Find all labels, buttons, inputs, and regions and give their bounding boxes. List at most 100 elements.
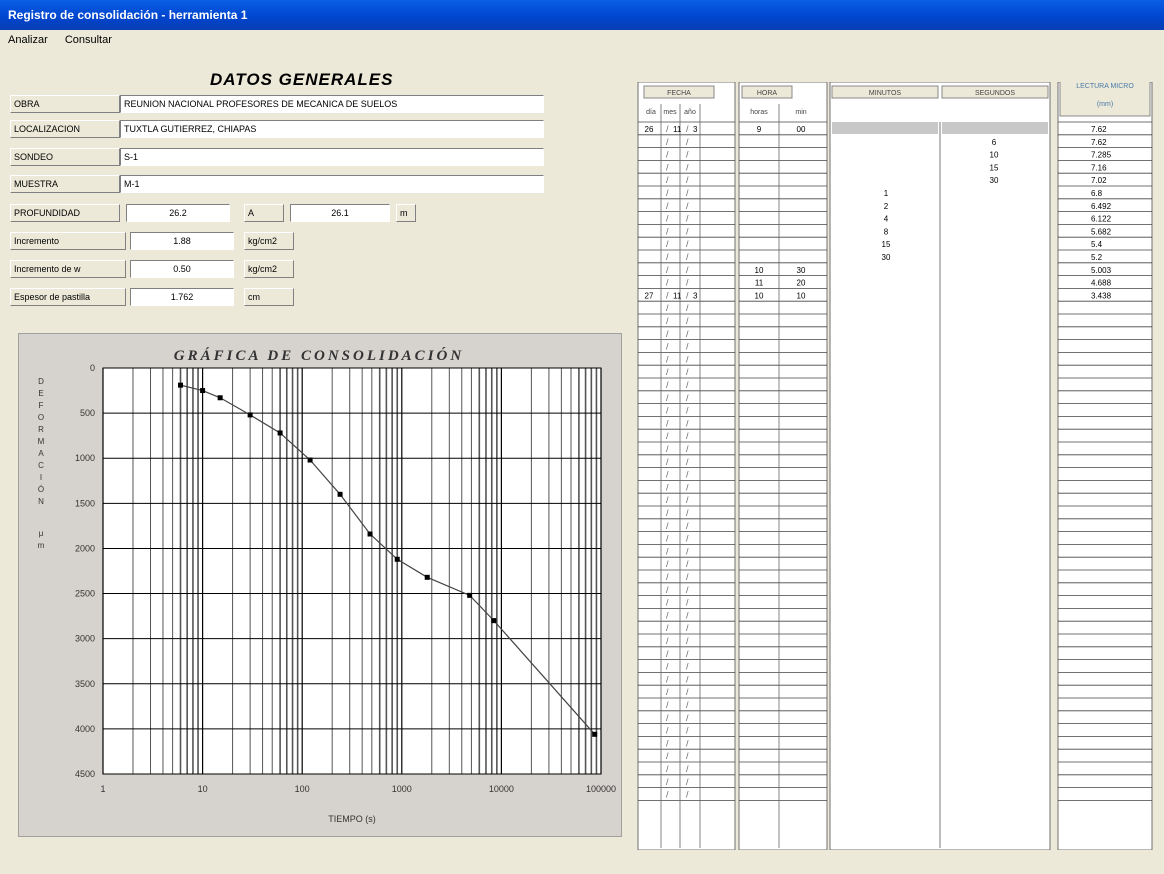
menu-item-consultar[interactable]: Consultar — [65, 34, 112, 46]
y-tick-label: 1500 — [75, 498, 95, 508]
plot-area — [102, 367, 602, 775]
menu-item-analizar[interactable]: Analizar — [8, 34, 48, 46]
x-tick-label: 1000 — [392, 784, 412, 794]
chart-title: GRÁFICA DE CONSOLIDACIÓN — [174, 347, 464, 364]
y-tick-label: 4000 — [75, 724, 95, 734]
cell-segundos: 30 — [990, 176, 999, 185]
sub-header: año — [684, 109, 696, 116]
data-point — [424, 574, 430, 580]
x-axis-label: TIEMPO (s) — [328, 814, 376, 824]
minutos-first-cell — [832, 122, 938, 134]
y-tick-label: 1000 — [75, 453, 95, 463]
incremento-field[interactable]: 1.88 — [130, 232, 234, 250]
espesor-unit: cm — [244, 288, 294, 306]
cell-lectura: 4.688 — [1091, 279, 1112, 288]
incremento-w-field[interactable]: 0.50 — [130, 260, 234, 278]
cell-minutos: 2 — [884, 202, 889, 211]
x-tick-label: 10 — [198, 784, 208, 794]
sub-header: horas — [750, 109, 768, 116]
cell-min: 30 — [797, 266, 806, 275]
cell-minutos: 15 — [882, 240, 891, 249]
cell-mes: 11 — [673, 125, 682, 134]
cell-horas: 10 — [755, 291, 764, 300]
profundidad-de-field[interactable]: 26.2 — [126, 204, 230, 222]
cell-lectura: 5.4 — [1091, 240, 1103, 249]
localizacion-field[interactable]: TUXTLA GUTIERREZ, CHIAPAS — [120, 120, 544, 138]
x-tick-label: 100 — [295, 784, 310, 794]
window-title-bar: Registro de consolidación - herramienta … — [0, 0, 1164, 30]
y-tick-label: 2500 — [75, 589, 95, 599]
y-axis-label: DEFORMACIÓN μm — [38, 377, 45, 550]
header-fecha: FECHA — [667, 90, 691, 97]
cell-lectura: 6.8 — [1091, 189, 1103, 198]
cell-segundos: 10 — [990, 151, 999, 160]
cell-min: 10 — [797, 291, 806, 300]
data-point — [592, 731, 598, 737]
y-tick-label: 3000 — [75, 634, 95, 644]
cell-minutos: 8 — [884, 227, 889, 236]
sub-header: min — [795, 109, 806, 116]
y-tick-label: 2000 — [75, 543, 95, 553]
data-point — [307, 457, 313, 463]
obra-label: OBRA — [10, 95, 120, 113]
data-point — [337, 491, 343, 497]
cell-minutos: 4 — [884, 215, 889, 224]
profundidad-a-field[interactable]: 26.1 — [290, 204, 390, 222]
data-point — [217, 395, 223, 401]
cell-lectura: 5.2 — [1091, 253, 1103, 262]
data-point — [394, 556, 400, 562]
cell-lectura: 6.122 — [1091, 215, 1112, 224]
cell-dia: 26 — [645, 125, 654, 134]
data-point — [247, 412, 253, 418]
muestra-field[interactable]: M-1 — [120, 175, 544, 193]
data-point — [491, 618, 497, 624]
cell-anio: 3 — [693, 291, 698, 300]
header-lectura: LECTURA MICRO — [1076, 83, 1134, 90]
grid-column-block — [738, 82, 828, 850]
header-segundos: SEGUNDOS — [975, 90, 1015, 97]
x-tick-label: 1 — [100, 784, 105, 794]
sub-header: día — [646, 109, 656, 116]
y-tick-label: 0 — [90, 363, 95, 373]
grid-column-block — [1057, 82, 1153, 850]
cell-lectura: 5.003 — [1091, 266, 1112, 275]
menu-bar: Analizar Consultar — [0, 34, 118, 50]
cell-segundos: 6 — [992, 138, 997, 147]
cell-lectura: 7.16 — [1091, 163, 1107, 172]
chart-panel: GRÁFICA DE CONSOLIDACIÓN 1 10 100 1000 10000 1… — [18, 333, 622, 837]
cell-mes: 11 — [673, 291, 682, 300]
cell-lectura: 6.492 — [1091, 202, 1112, 211]
cell-lectura: 7.02 — [1091, 176, 1107, 185]
muestra-label: MUESTRA — [10, 175, 120, 193]
datos-generales-heading: DATOS GENERALES — [210, 70, 394, 89]
header-lectura-unit: (mm) — [1097, 101, 1113, 108]
profundidad-unit: m — [396, 204, 416, 222]
cell-dia: 27 — [645, 291, 654, 300]
cell-anio: 3 — [693, 125, 698, 134]
incremento-w-label: Incremento de w — [10, 260, 126, 278]
y-tick-label: 4500 — [75, 769, 95, 779]
sub-header: mes — [663, 109, 677, 116]
x-tick-label: 100000 — [586, 784, 616, 794]
segundos-first-cell — [942, 122, 1048, 134]
espesor-field[interactable]: 1.762 — [130, 288, 234, 306]
incremento-label: Incremento — [10, 232, 126, 250]
data-point — [367, 531, 373, 537]
cell-lectura: 5.682 — [1091, 227, 1112, 236]
registro-grid-svg: FECHA HORA MINUTOS SEGUNDOS LECTURA MICRO (mm… — [637, 82, 1153, 850]
cell-min: 00 — [797, 125, 806, 134]
cell-lectura: 7.62 — [1091, 125, 1107, 134]
x-tick-label: 10000 — [489, 784, 514, 794]
obra-field[interactable]: REUNION NACIONAL PROFESORES DE MECANICA … — [120, 95, 544, 113]
cell-minutos: 30 — [882, 253, 891, 262]
cell-horas: 10 — [755, 266, 764, 275]
header-hora: HORA — [757, 90, 778, 97]
cell-horas: 11 — [755, 279, 764, 288]
incremento-w-unit: kg/cm2 — [244, 260, 294, 278]
espesor-label: Espesor de pastilla — [10, 288, 126, 306]
localizacion-label: LOCALIZACION — [10, 120, 120, 138]
sondeo-field[interactable]: S-1 — [120, 148, 544, 166]
sondeo-label: SONDEO — [10, 148, 120, 166]
window-title: Registro de consolidación - herramienta … — [8, 8, 248, 22]
data-point — [178, 382, 184, 388]
